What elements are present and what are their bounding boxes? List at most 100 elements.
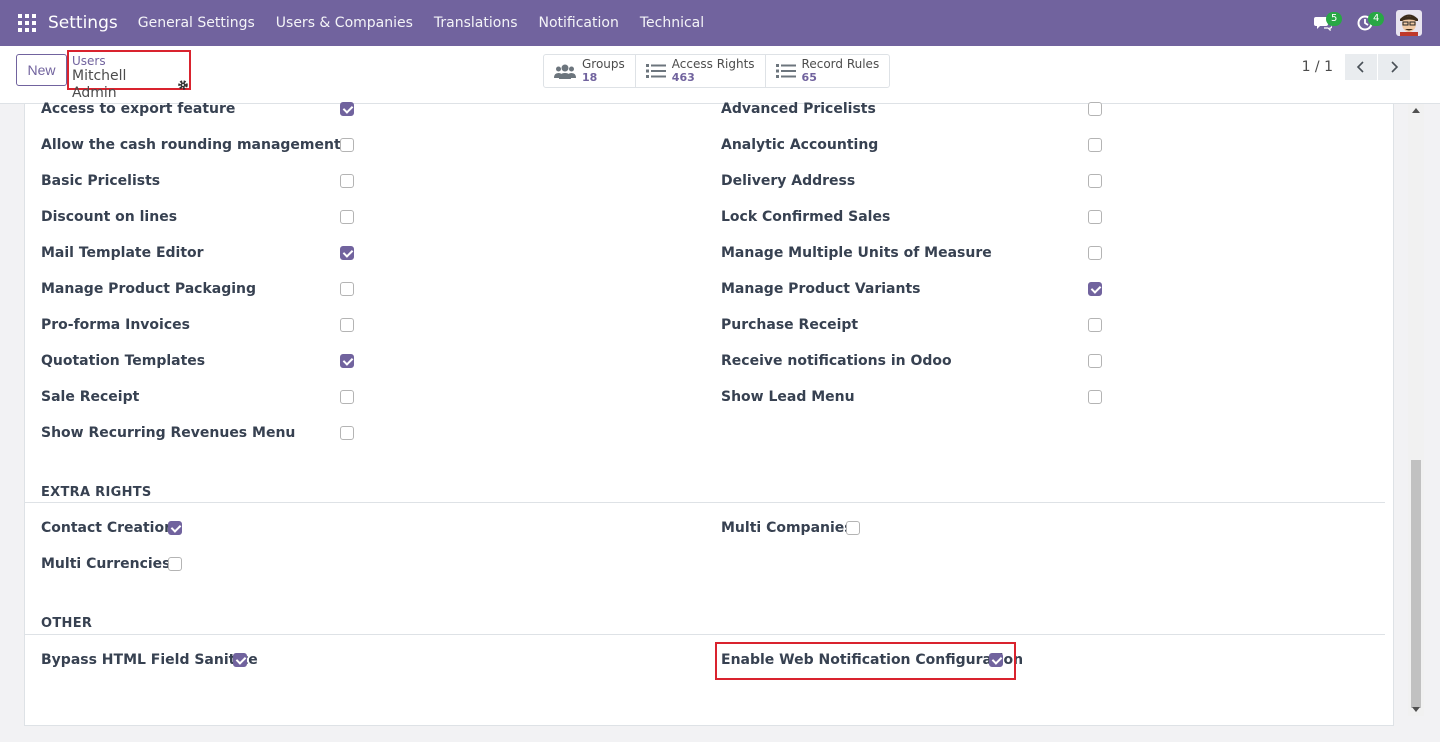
record-rules-label: Record Rules — [801, 57, 880, 71]
access-rights-smart-button[interactable]: Access Rights 463 — [636, 55, 766, 87]
setting-row-mail-template-editor: Mail Template Editor — [41, 243, 204, 263]
control-panel: New Users Mitchell Admin Groups 18 Acces… — [0, 46, 1440, 104]
setting-row-purchase-receipt: Purchase Receipt — [721, 315, 858, 335]
setting-row-multi-currencies: Multi Currencies — [41, 554, 171, 574]
scrollbar-thumb[interactable] — [1411, 460, 1421, 708]
setting-row-manage-product-packaging: Manage Product Packaging — [41, 279, 256, 299]
vertical-scrollbar[interactable] — [1408, 104, 1424, 716]
groups-smart-button[interactable]: Groups 18 — [544, 55, 636, 87]
checkbox-discount-on-lines[interactable] — [340, 210, 354, 224]
setting-label: Multi Currencies — [41, 556, 171, 572]
form-sheet — [24, 104, 1394, 726]
groups-count: 18 — [582, 71, 598, 84]
app-brand[interactable]: Settings — [48, 13, 118, 33]
checkbox-bypass-html-field-sanitize[interactable] — [233, 653, 247, 667]
setting-label: Basic Pricelists — [41, 173, 161, 189]
scroll-up-arrow-icon[interactable] — [1412, 108, 1420, 113]
breadcrumb-users-link[interactable]: Users — [72, 55, 189, 68]
menu-general-settings[interactable]: General Settings — [138, 15, 255, 31]
setting-label: Lock Confirmed Sales — [721, 209, 891, 225]
menu-technical[interactable]: Technical — [640, 15, 704, 31]
setting-row-allow-the-cash-rounding-management: Allow the cash rounding management — [41, 135, 341, 155]
setting-row-contact-creation: Contact Creation — [41, 518, 174, 538]
checkbox-manage-product-packaging[interactable] — [340, 282, 354, 296]
section-title-extra-rights: EXTRA RIGHTS — [41, 485, 152, 500]
checkbox-manage-product-variants[interactable] — [1088, 282, 1102, 296]
pager-value[interactable]: 1 / 1 — [1302, 59, 1333, 75]
setting-label: Delivery Address — [721, 173, 856, 189]
setting-label: Analytic Accounting — [721, 137, 879, 153]
setting-label: Bypass HTML Field Sanitize — [41, 652, 258, 668]
setting-label: Show Recurring Revenues Menu — [41, 425, 296, 441]
pager-previous-button[interactable] — [1345, 54, 1377, 80]
setting-label: Allow the cash rounding management — [41, 137, 341, 153]
list-icon — [775, 63, 796, 79]
setting-label: Access to export feature — [41, 101, 236, 117]
top-navbar: Settings General Settings Users & Compan… — [0, 0, 1440, 46]
checkbox-show-lead-menu[interactable] — [1088, 390, 1102, 404]
breadcrumb: Users Mitchell Admin — [67, 50, 191, 101]
checkbox-allow-the-cash-rounding-management[interactable] — [340, 138, 354, 152]
checkbox-advanced-pricelists[interactable] — [1088, 102, 1102, 116]
activity-menu[interactable]: 4 — [1352, 10, 1385, 36]
checkbox-contact-creation[interactable] — [168, 521, 182, 535]
setting-row-basic-pricelists: Basic Pricelists — [41, 171, 160, 191]
setting-label: Manage Product Packaging — [41, 281, 257, 297]
checkbox-analytic-accounting[interactable] — [1088, 138, 1102, 152]
setting-label: Sale Receipt — [41, 389, 140, 405]
gear-icon[interactable] — [177, 79, 189, 91]
menu-users-companies[interactable]: Users & Companies — [276, 15, 413, 31]
highlight-web-notification — [715, 642, 1016, 680]
breadcrumb-current: Mitchell Admin — [72, 68, 189, 102]
user-avatar[interactable] — [1396, 10, 1422, 36]
checkbox-multi-companies[interactable] — [846, 521, 860, 535]
setting-label: Mail Template Editor — [41, 245, 204, 261]
smart-buttons: Groups 18 Access Rights 463 Record Rules… — [543, 54, 891, 88]
chevron-right-icon — [1391, 61, 1399, 73]
setting-row-show-lead-menu: Show Lead Menu — [721, 387, 855, 407]
setting-row-manage-multiple-units-of-measure: Manage Multiple Units of Measure — [721, 243, 992, 263]
setting-label: Quotation Templates — [41, 353, 206, 369]
setting-label: Manage Multiple Units of Measure — [721, 245, 992, 261]
checkbox-quotation-templates[interactable] — [340, 354, 354, 368]
checkbox-receive-notifications-in-odoo[interactable] — [1088, 354, 1102, 368]
checkbox-purchase-receipt[interactable] — [1088, 318, 1102, 332]
messages-count-badge: 5 — [1326, 12, 1343, 26]
setting-row-bypass-html-field-sanitize: Bypass HTML Field Sanitize — [41, 650, 258, 670]
checkbox-delivery-address[interactable] — [1088, 174, 1102, 188]
setting-row-manage-product-variants: Manage Product Variants — [721, 279, 920, 299]
record-rules-count: 65 — [801, 71, 817, 84]
menu-translations[interactable]: Translations — [434, 15, 518, 31]
checkbox-sale-receipt[interactable] — [340, 390, 354, 404]
scroll-down-arrow-icon[interactable] — [1412, 707, 1420, 712]
messaging-menu[interactable]: 5 — [1310, 10, 1343, 36]
checkbox-basic-pricelists[interactable] — [340, 174, 354, 188]
checkbox-multi-currencies[interactable] — [168, 557, 182, 571]
setting-label: Multi Companies — [721, 520, 853, 536]
record-rules-smart-button[interactable]: Record Rules 65 — [766, 55, 890, 87]
apps-menu-icon[interactable] — [18, 14, 36, 32]
section-divider — [25, 634, 1385, 635]
setting-label: Pro-forma Invoices — [41, 317, 190, 333]
setting-label: Purchase Receipt — [721, 317, 859, 333]
checkbox-mail-template-editor[interactable] — [340, 246, 354, 260]
setting-label: Show Lead Menu — [721, 389, 855, 405]
setting-row-pro-forma-invoices: Pro-forma Invoices — [41, 315, 190, 335]
setting-row-advanced-pricelists: Advanced Pricelists — [721, 99, 876, 119]
checkbox-lock-confirmed-sales[interactable] — [1088, 210, 1102, 224]
setting-row-quotation-templates: Quotation Templates — [41, 351, 205, 371]
users-icon — [554, 63, 576, 79]
checkbox-manage-multiple-units-of-measure[interactable] — [1088, 246, 1102, 260]
menu-notification[interactable]: Notification — [539, 15, 619, 31]
setting-label: Advanced Pricelists — [721, 101, 876, 117]
new-button[interactable]: New — [16, 54, 67, 86]
breadcrumb-current-label: Mitchell Admin — [72, 68, 127, 101]
pager-next-button[interactable] — [1378, 54, 1410, 80]
setting-label: Manage Product Variants — [721, 281, 921, 297]
checkbox-pro-forma-invoices[interactable] — [340, 318, 354, 332]
setting-row-lock-confirmed-sales: Lock Confirmed Sales — [721, 207, 890, 227]
checkbox-access-to-export-feature[interactable] — [340, 102, 354, 116]
setting-row-access-to-export-feature: Access to export feature — [41, 99, 235, 119]
checkbox-show-recurring-revenues-menu[interactable] — [340, 426, 354, 440]
setting-label: Contact Creation — [41, 520, 175, 536]
